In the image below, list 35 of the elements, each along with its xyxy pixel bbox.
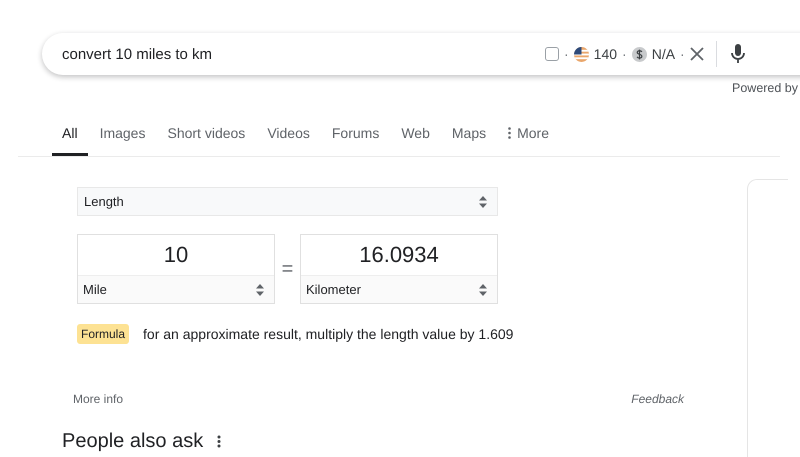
checkbox[interactable]	[545, 47, 559, 61]
more-info-link[interactable]: More info	[73, 392, 124, 406]
quantity-select[interactable]: Length	[77, 187, 498, 216]
separator-dot: ·	[564, 46, 569, 62]
search-tab[interactable]: Images	[90, 117, 156, 156]
count-text: 140	[594, 46, 618, 62]
more-icon[interactable]	[217, 435, 222, 448]
separator-dot: ·	[680, 46, 685, 62]
search-tab[interactable]: Videos	[257, 117, 320, 156]
sort-arrows-icon	[256, 284, 264, 296]
unit-select[interactable]: Kilometer	[301, 276, 497, 303]
feedback-link[interactable]: Feedback	[631, 392, 684, 406]
search-tab[interactable]: Forums	[322, 117, 390, 156]
search-tab[interactable]: Maps	[442, 117, 496, 156]
more-icon	[508, 127, 512, 139]
microphone-icon[interactable]	[730, 44, 745, 64]
sort-arrows-icon	[479, 284, 487, 296]
search-bar[interactable]: convert 10 miles to km · 140 · N/A ·	[42, 33, 800, 75]
search-tab[interactable]: All	[52, 117, 88, 156]
search-tab[interactable]: Web	[391, 117, 440, 156]
formula-text: for an approximate result, multiply the length value by 1.609	[143, 326, 514, 342]
dollar-icon	[632, 46, 647, 62]
formula-badge: Formula	[77, 324, 130, 344]
close-icon[interactable]	[690, 47, 704, 61]
flag-icon	[574, 46, 589, 62]
search-tab[interactable]: Short videos	[157, 117, 256, 156]
unit-select[interactable]: Mile	[78, 276, 274, 303]
section-heading: People also ask	[62, 430, 204, 453]
price-text: N/A	[652, 46, 676, 62]
search-query[interactable]: convert 10 miles to km	[62, 46, 545, 62]
equals-sign: =	[280, 258, 294, 280]
search-tab[interactable]: More	[498, 117, 560, 156]
powered-by-text: Powered by	[732, 81, 798, 95]
sort-arrows-icon	[479, 196, 487, 208]
separator-dot: ·	[622, 46, 627, 62]
